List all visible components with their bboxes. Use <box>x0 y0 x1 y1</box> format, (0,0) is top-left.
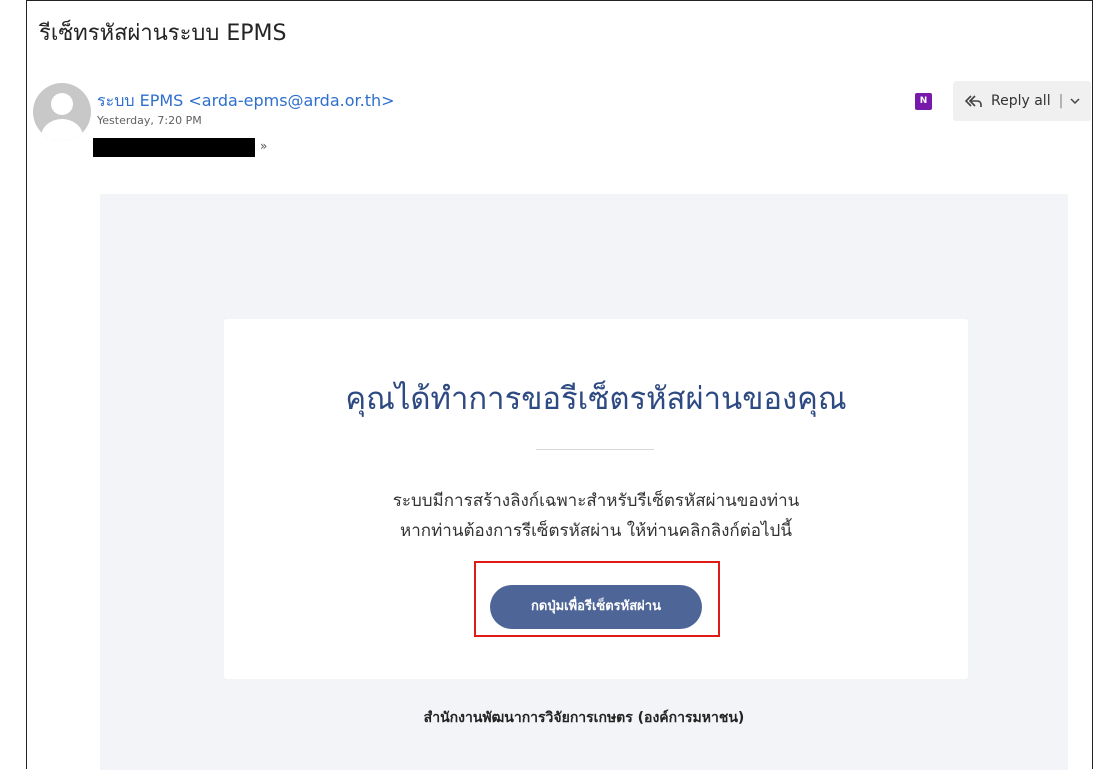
sender-address[interactable]: ระบบ EPMS <arda-epms@arda.or.th> <box>97 89 395 114</box>
avatar-head-shape <box>51 93 73 115</box>
email-reading-pane: รีเซ็ทรหัสผ่านระบบ EPMS ระบบ EPMS <arda-… <box>26 0 1093 770</box>
chevron-double-down-icon[interactable]: » <box>260 139 267 153</box>
message-line-1: ระบบมีการสร้างลิงก์เฉพาะสำหรับรีเซ็ตรหัส… <box>392 491 800 511</box>
avatar-body-shape <box>41 119 83 141</box>
reply-all-icon <box>964 95 982 107</box>
sender-avatar[interactable] <box>33 83 91 141</box>
reply-all-button[interactable]: Reply all | <box>953 81 1091 121</box>
message-card: คุณได้ทำการขอรีเซ็ตรหัสผ่านของคุณ ระบบมี… <box>224 319 968 679</box>
reply-all-label: Reply all <box>991 93 1051 109</box>
onenote-icon[interactable]: N <box>915 93 932 110</box>
chevron-down-icon[interactable] <box>1069 95 1081 107</box>
toolbar-separator: | <box>1058 93 1064 109</box>
organization-footer: สำนักงานพัฒนาการวิจัยการเกษตร (องค์การมห… <box>423 710 745 726</box>
message-heading: คุณได้ทำการขอรีเซ็ตรหัสผ่านของคุณ <box>345 381 847 417</box>
message-line-2: หากท่านต้องการรีเซ็ตรหัสผ่าน ให้ท่านคลิก… <box>400 521 792 541</box>
reset-password-button[interactable]: กดปุ่มเพื่อรีเซ็ตรหัสผ่าน <box>490 585 702 629</box>
heading-divider <box>536 449 654 450</box>
email-subject: รีเซ็ทรหัสผ่านระบบ EPMS <box>39 21 287 46</box>
email-date: Yesterday, 7:20 PM <box>97 114 202 127</box>
redacted-recipient <box>93 138 255 157</box>
